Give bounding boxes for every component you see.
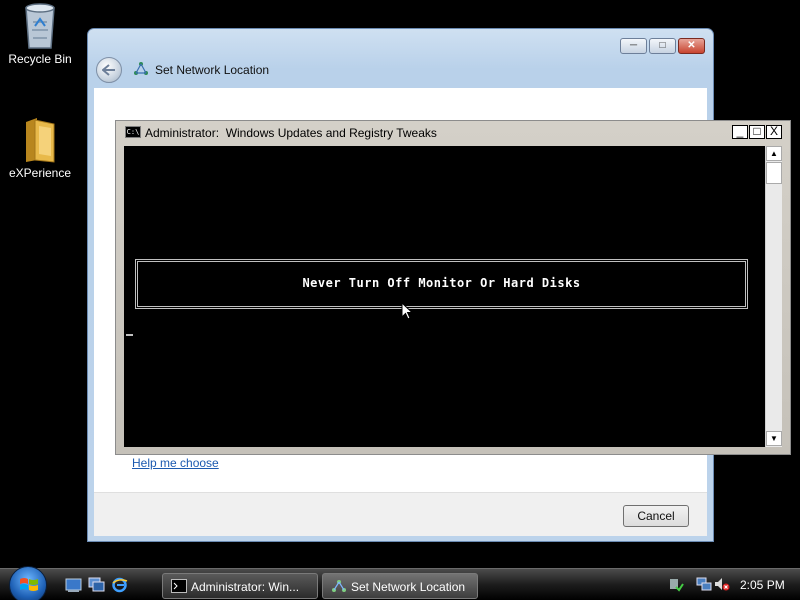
console-minimize-button[interactable]: _ — [732, 124, 748, 139]
switch-windows-icon[interactable] — [88, 577, 105, 593]
console-message-box: Never Turn Off Monitor Or Hard Disks — [135, 259, 748, 309]
recycle-bin-label: Recycle Bin — [8, 52, 72, 66]
console-close-glyph: X — [769, 124, 778, 138]
console-titlebar[interactable]: C:\ Administrator: Windows Updates and R… — [120, 124, 786, 142]
taskbar-clock[interactable]: 2:05 PM — [740, 578, 785, 592]
close-glyph: ✕ — [687, 40, 696, 51]
desktop-icon-experience[interactable]: eXPerience — [0, 116, 80, 180]
back-arrow-icon — [102, 64, 115, 76]
network-status-icon[interactable] — [696, 576, 712, 592]
safely-remove-icon[interactable] — [668, 576, 684, 592]
close-button[interactable]: ✕ — [678, 38, 705, 54]
console-close-button[interactable]: X — [766, 124, 782, 139]
scroll-thumb[interactable] — [766, 162, 782, 184]
maximize-button[interactable]: □ — [649, 38, 676, 54]
console-cursor — [126, 334, 133, 336]
console-window: C:\ Administrator: Windows Updates and R… — [115, 120, 791, 455]
network-icon — [134, 62, 148, 75]
console-icon — [171, 579, 187, 593]
show-desktop-icon[interactable] — [65, 577, 82, 593]
console-window-controls: _ □ X — [732, 124, 782, 139]
network-window-header: Set Network Location — [96, 57, 696, 85]
back-button[interactable] — [96, 57, 122, 83]
desktop-icon-recycle-bin[interactable]: Recycle Bin — [0, 2, 80, 66]
taskbar-button-console[interactable]: Administrator: Win... — [162, 573, 318, 599]
windows-logo-icon — [20, 578, 38, 591]
network-window-controls: ─ □ ✕ — [620, 38, 705, 54]
taskbar: Administrator: Win... Set Network Locati… — [0, 566, 800, 600]
experience-folder-label: eXPerience — [8, 166, 72, 180]
scroll-down-button[interactable]: ▼ — [766, 431, 782, 446]
start-button[interactable] — [9, 566, 47, 600]
taskbar-button-network[interactable]: Set Network Location — [322, 573, 478, 599]
mouse-pointer-icon — [401, 302, 413, 320]
console-window-title: Administrator: Windows Updates and Regis… — [145, 126, 437, 140]
network-window-title: Set Network Location — [155, 63, 270, 77]
minimize-button[interactable]: ─ — [620, 38, 647, 54]
console-minimize-glyph: _ — [736, 124, 744, 138]
console-message-text: Never Turn Off Monitor Or Hard Disks — [302, 276, 581, 290]
recycle-bin-icon — [25, 3, 55, 49]
scroll-up-button[interactable]: ▲ — [766, 146, 782, 161]
internet-explorer-icon[interactable] — [111, 577, 128, 593]
minimize-glyph: ─ — [629, 40, 638, 51]
maximize-glyph: □ — [659, 40, 666, 51]
cancel-button[interactable]: Cancel — [623, 505, 689, 527]
volume-muted-icon[interactable] — [714, 576, 730, 592]
console-output-area[interactable]: Never Turn Off Monitor Or Hard Disks — [124, 146, 765, 447]
console-maximize-glyph: □ — [753, 124, 761, 138]
help-me-choose-link[interactable]: Help me choose — [132, 456, 219, 470]
console-scrollbar[interactable]: ▲ ▼ — [765, 146, 782, 447]
taskbar-button-network-label: Set Network Location — [351, 580, 466, 594]
console-maximize-button[interactable]: □ — [749, 124, 765, 139]
network-window-footer: Cancel — [94, 492, 707, 536]
network-icon — [332, 580, 346, 592]
taskbar-button-console-label: Administrator: Win... — [191, 580, 300, 594]
folder-icon — [26, 118, 55, 163]
console-icon: C:\ — [125, 126, 141, 138]
